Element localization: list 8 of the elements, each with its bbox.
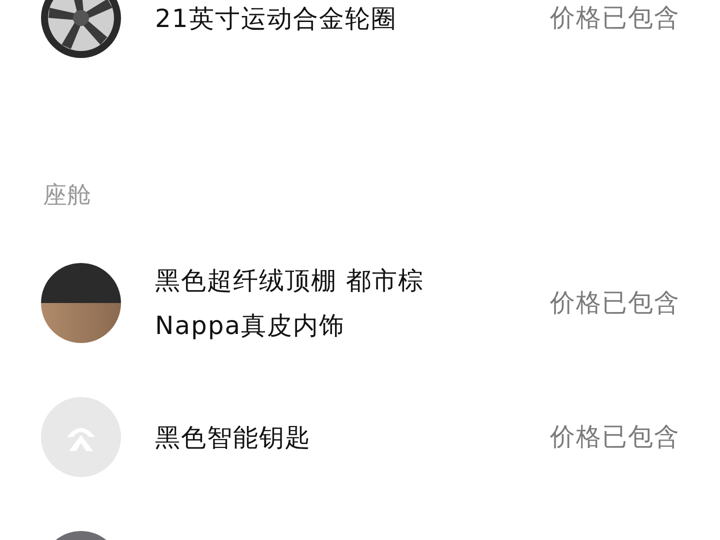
section-heading: 座舱 bbox=[43, 180, 92, 210]
price-status: 价格已包含 bbox=[550, 287, 680, 320]
price-status: 价格已包含 bbox=[550, 421, 680, 454]
option-name: 黑色超纤绒顶棚 都市棕 bbox=[155, 265, 424, 297]
option-name: Nappa真皮内饰 bbox=[155, 310, 346, 342]
price-status: 价格已包含 bbox=[550, 2, 680, 34]
option-name: 黑色智能钥匙 bbox=[155, 422, 311, 454]
option-name: 21英寸运动合金轮圈 bbox=[155, 2, 397, 34]
